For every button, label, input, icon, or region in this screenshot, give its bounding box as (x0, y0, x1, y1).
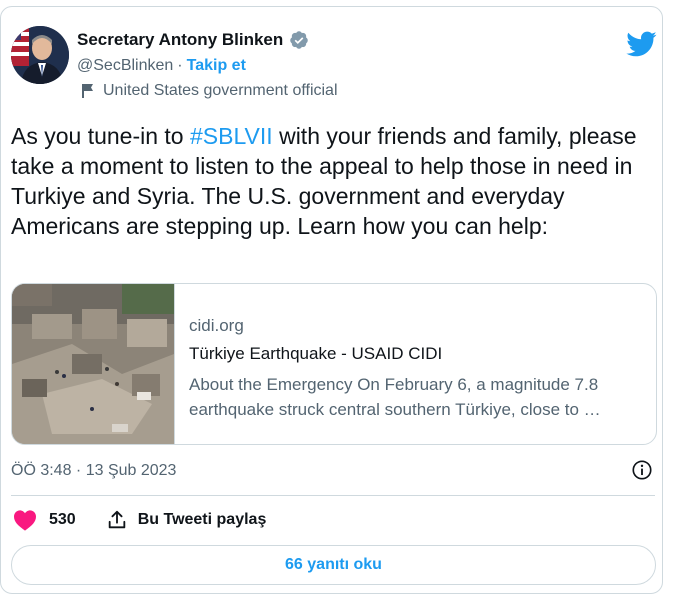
heart-icon (14, 510, 36, 531)
read-replies-button[interactable]: 66 yanıtı oku (11, 545, 656, 585)
verified-badge-icon (290, 31, 309, 49)
flag-icon (82, 84, 93, 98)
follow-button[interactable]: Takip et (187, 57, 246, 75)
share-label: Bu Tweeti paylaş (137, 511, 267, 528)
link-description: About the Emergency On February 6, a mag… (189, 375, 601, 419)
separator: · (177, 57, 183, 74)
link-preview-card[interactable]: cidi.org Türkiye Earthquake - USAID CIDI… (11, 283, 657, 445)
avatar[interactable] (11, 26, 69, 84)
earthquake-thumbnail-image (12, 284, 175, 444)
tweet-card: Secretary Antony Blinken @SecBlinken · T… (0, 6, 663, 594)
like-button[interactable]: 530 (13, 509, 76, 531)
account-label: United States government official (103, 82, 338, 99)
author-handle[interactable]: @SecBlinken (77, 57, 173, 75)
hashtag-link[interactable]: #SBLVII (190, 123, 273, 149)
info-icon[interactable] (631, 459, 653, 481)
share-button[interactable]: Bu Tweeti paylaş (106, 509, 267, 531)
divider (11, 495, 655, 496)
twitter-bird-icon[interactable] (625, 30, 657, 58)
tweet-text-part: As you tune-in to (11, 123, 190, 149)
like-count: 530 (49, 511, 76, 528)
tweet-text: As you tune-in to #SBLVII with your frie… (11, 121, 661, 241)
tweet-timestamp[interactable]: ÖÖ 3:48 · 13 Şub 2023 (11, 462, 176, 480)
link-title: Türkiye Earthquake - USAID CIDI (189, 344, 443, 363)
share-icon (108, 510, 125, 529)
link-domain: cidi.org (189, 316, 244, 335)
author-name[interactable]: Secretary Antony Blinken (77, 30, 283, 50)
